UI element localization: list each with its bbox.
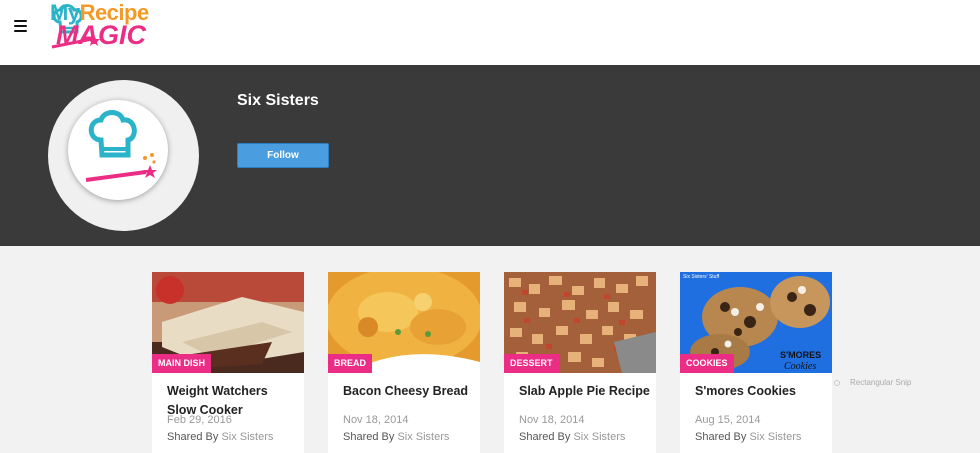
follow-button[interactable]: Follow bbox=[237, 143, 329, 168]
chef-hat-avatar-icon bbox=[85, 110, 157, 182]
shared-by: Shared By Six Sisters bbox=[519, 431, 625, 443]
avatar bbox=[68, 100, 168, 200]
shared-by-label: Shared By bbox=[695, 431, 747, 443]
logo-text-magic: MAGIC bbox=[56, 20, 146, 50]
author-link[interactable]: Six Sisters bbox=[749, 431, 801, 443]
top-nav-bar: MyRecipe MAGIC bbox=[0, 0, 980, 65]
recipe-title[interactable]: S'mores Cookies bbox=[695, 382, 827, 401]
image-watermark: Six Sisters' Stuff bbox=[683, 274, 720, 280]
shared-by: Shared By Six Sisters bbox=[343, 431, 449, 443]
category-tag[interactable]: COOKIES bbox=[680, 354, 734, 373]
recipe-title[interactable]: Bacon Cheesy Bread bbox=[343, 382, 475, 401]
shared-by: Shared By Six Sisters bbox=[695, 431, 801, 443]
shared-by-label: Shared By bbox=[167, 431, 219, 443]
recipe-date: Aug 15, 2014 bbox=[695, 414, 761, 426]
image-caption-smores: S'MORES bbox=[780, 350, 821, 360]
image-caption-cookies: Cookies bbox=[784, 361, 816, 372]
author-link[interactable]: Six Sisters bbox=[573, 431, 625, 443]
shared-by: Shared By Six Sisters bbox=[167, 431, 273, 443]
recipe-title[interactable]: Slab Apple Pie Recipe bbox=[519, 382, 651, 401]
snip-overlay: Rectangular Snip bbox=[834, 378, 944, 394]
category-tag[interactable]: MAIN DISH bbox=[152, 354, 211, 373]
category-tag[interactable]: DESSERT bbox=[504, 354, 559, 373]
shared-by-label: Shared By bbox=[343, 431, 395, 443]
recipe-date: Feb 29, 2016 bbox=[167, 414, 232, 426]
hamburger-menu-icon[interactable] bbox=[14, 20, 27, 32]
snip-label: Rectangular Snip bbox=[850, 378, 912, 387]
category-tag[interactable]: BREAD bbox=[328, 354, 373, 373]
recipe-date: Nov 18, 2014 bbox=[519, 414, 585, 426]
author-link[interactable]: Six Sisters bbox=[397, 431, 449, 443]
profile-name: Six Sisters bbox=[237, 92, 319, 109]
author-link[interactable]: Six Sisters bbox=[221, 431, 273, 443]
recipe-date: Nov 18, 2014 bbox=[343, 414, 409, 426]
shared-by-label: Shared By bbox=[519, 431, 571, 443]
snip-icon bbox=[834, 379, 840, 386]
